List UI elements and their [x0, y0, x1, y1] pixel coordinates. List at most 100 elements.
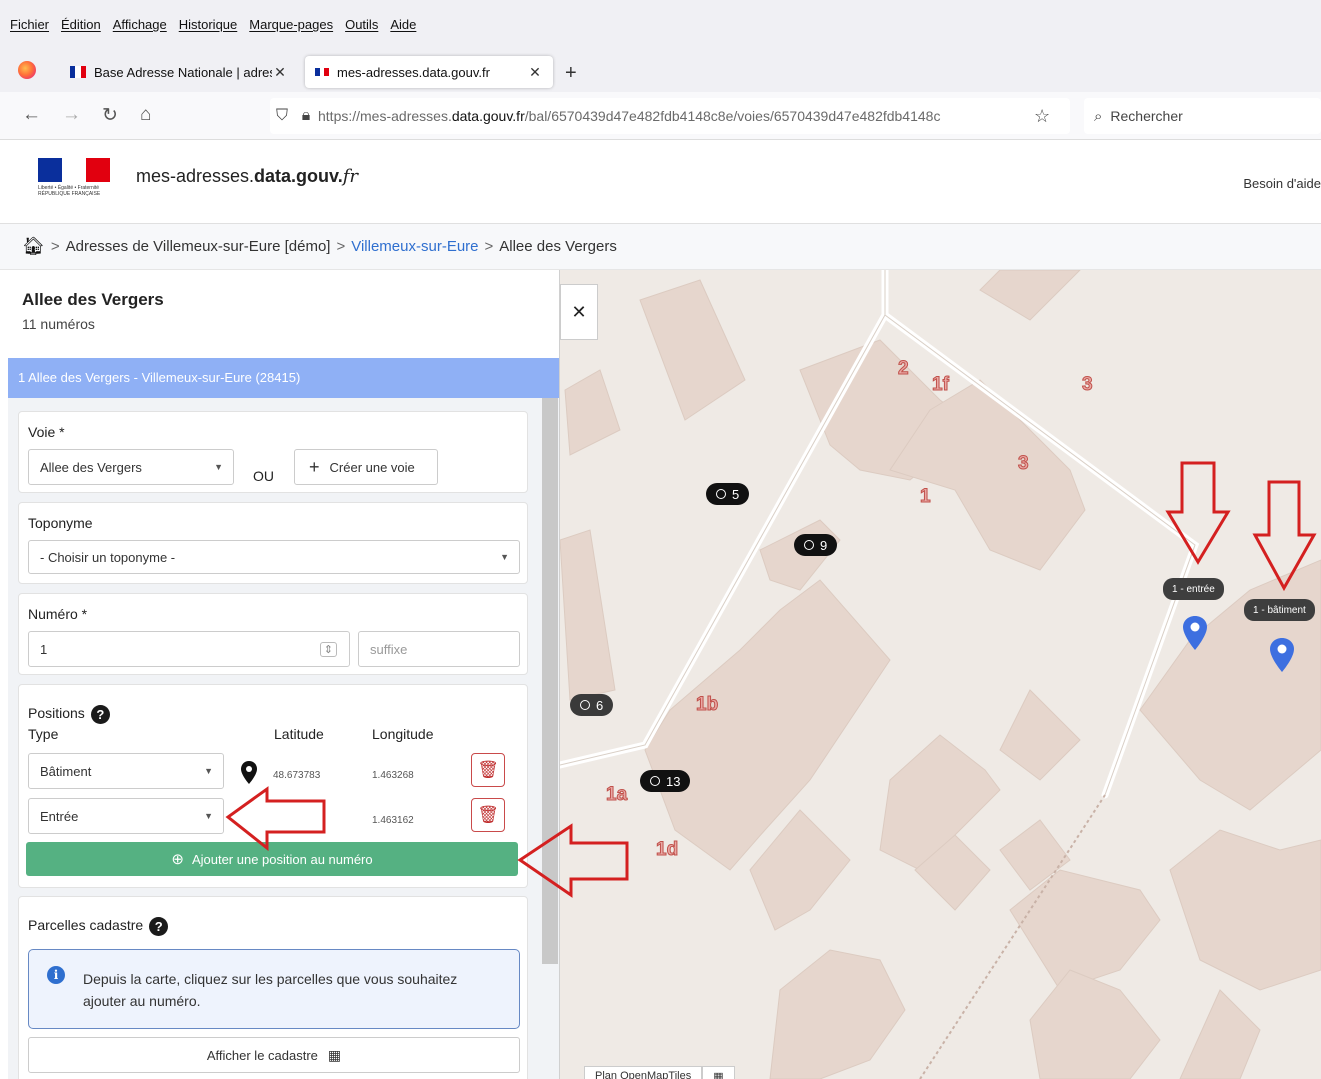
numero-count: 11 numéros	[22, 316, 95, 332]
numero-marker[interactable]: 5	[706, 483, 750, 505]
french-flag-icon	[315, 68, 330, 76]
selected-numero-bar: 1 Allee des Vergers - Villemeux-sur-Eure…	[8, 358, 559, 398]
menu-outils[interactable]: Outils	[345, 17, 378, 32]
position-tooltip-batiment: 1 - bâtiment	[1244, 599, 1315, 621]
tab-label: mes-adresses.data.gouv.fr	[337, 64, 490, 80]
layer-select-button[interactable]: Plan OpenMapTiles	[584, 1066, 703, 1079]
french-flag-icon	[70, 66, 86, 78]
map-grid-icon: ▦	[327, 1046, 342, 1063]
breadcrumb-voie: Allee des Vergers	[499, 238, 617, 255]
caret-down-icon: ▼	[204, 811, 213, 821]
search-input[interactable]: ⌕ Rechercher	[1084, 98, 1321, 134]
suffixe-input[interactable]: suffixe	[358, 631, 520, 667]
menu-aide[interactable]: Aide	[390, 17, 416, 32]
voie-title: Allee des Vergers	[22, 290, 164, 309]
position-type-select[interactable]: Entrée ▼	[28, 798, 224, 834]
breadcrumb-bal[interactable]: Adresses de Villemeux-sur-Eure [démo]	[66, 238, 331, 255]
col-latitude: Latitude	[274, 726, 324, 742]
menu-fichier[interactable]: Fichier	[10, 17, 49, 32]
panel-scrollbar[interactable]	[542, 398, 558, 964]
create-voie-button[interactable]: + Créer une voie	[294, 449, 438, 485]
voie-select[interactable]: Allee des Vergers ▼	[28, 449, 234, 485]
position-lon: 1.463162	[372, 815, 414, 826]
numero-input[interactable]: 1 ⇕	[28, 631, 350, 667]
site-header: Liberté • Égalité • Fraternité RÉPUBLIQU…	[0, 140, 1321, 224]
shield-icon: ⛉	[275, 107, 288, 124]
cadastre-info-box: i Depuis la carte, cliquez sur les parce…	[28, 949, 520, 1029]
col-longitude: Longitude	[372, 726, 434, 742]
layer-grid-icon[interactable]: ▦	[702, 1066, 735, 1079]
close-tab-icon[interactable]: ✕	[527, 64, 543, 81]
caret-down-icon: ▼	[204, 766, 213, 776]
plus-icon: +	[309, 456, 320, 477]
map-marker-icon[interactable]	[240, 761, 258, 785]
back-icon[interactable]: ←	[22, 104, 41, 126]
numero-marker[interactable]: 9	[794, 534, 838, 556]
browser-navbar: ← → ↻ ⌂ ⛉ 🔒︎ https://mes-adresses.data.g…	[0, 92, 1321, 140]
menu-historique[interactable]: Historique	[179, 17, 238, 32]
browser-tabbar: Base Adresse Nationale | adress ✕ mes-ad…	[0, 50, 1321, 92]
bookmark-star-icon[interactable]: ☆	[1034, 106, 1050, 127]
map-numero-label: 1f	[932, 374, 950, 396]
forward-icon[interactable]: →	[62, 104, 81, 126]
close-map-panel-button[interactable]: ✕	[560, 284, 598, 340]
tab-ban[interactable]: Base Adresse Nationale | adress ✕	[60, 56, 298, 88]
breadcrumb-commune[interactable]: Villemeux-sur-Eure	[351, 238, 478, 255]
home-icon[interactable]: ⌂	[140, 104, 151, 126]
map-numero-label: 1d	[655, 839, 679, 861]
help-link[interactable]: Besoin d'aide	[1243, 176, 1321, 191]
caret-down-icon: ▼	[500, 552, 509, 562]
question-icon[interactable]: ?	[90, 705, 110, 724]
position-type-select[interactable]: Bâtiment ▼	[28, 753, 224, 789]
numero-marker[interactable]: 6	[570, 694, 614, 716]
position-tooltip-entree: 1 - entrée	[1163, 578, 1224, 600]
republique-francaise-logo[interactable]: Liberté • Égalité • Fraternité RÉPUBLIQU…	[38, 158, 114, 200]
map-numero-label: 1	[920, 486, 932, 508]
menu-affichage[interactable]: Affichage	[113, 17, 167, 32]
positions-label: Positions?	[28, 705, 518, 724]
caret-down-icon: ▼	[214, 462, 223, 472]
numero-marker[interactable]: 13	[640, 770, 691, 792]
url-text: https://mes-adresses.data.gouv.fr/bal/65…	[318, 108, 941, 124]
edit-panel: Allee des Vergers 11 numéros 1 Allee des…	[8, 270, 560, 1079]
toponyme-card: Toponyme - Choisir un toponyme - ▼	[18, 502, 528, 584]
cadastre-card: Parcelles cadastre? i Depuis la carte, c…	[18, 896, 528, 1079]
show-cadastre-button[interactable]: Afficher le cadastre ▦	[28, 1037, 520, 1073]
close-tab-icon[interactable]: ✕	[272, 64, 288, 81]
col-type: Type	[28, 726, 59, 742]
toponyme-select[interactable]: - Choisir un toponyme - ▼	[28, 540, 520, 574]
tab-mes-adresses[interactable]: mes-adresses.data.gouv.fr ✕	[305, 56, 553, 88]
delete-position-button[interactable]: 🗑︎	[471, 753, 505, 787]
info-icon: i	[47, 966, 65, 984]
ou-label: OU	[253, 468, 274, 484]
position-lat: 48.673783	[273, 770, 321, 781]
site-name[interactable]: mes-adresses.data.gouv.fr	[136, 166, 358, 187]
map-pin-entree-icon[interactable]	[1182, 615, 1208, 651]
tab-label: Base Adresse Nationale | adress	[94, 64, 272, 80]
map-canvas[interactable]: ✕ 5 9 6 13 2 1f 3 3 1 1b 1a 1d 1 - entré…	[560, 270, 1321, 1079]
map-pin-batiment-icon[interactable]	[1269, 637, 1295, 673]
map-numero-label: 1a	[605, 784, 628, 806]
firefox-icon[interactable]	[18, 61, 36, 79]
search-icon: ⌕	[1094, 107, 1103, 125]
question-icon[interactable]: ?	[149, 917, 169, 936]
numero-label: Numéro *	[28, 606, 88, 622]
url-bar[interactable]: ⛉ 🔒︎ https://mes-adresses.data.gouv.fr/b…	[270, 98, 1070, 134]
home-icon[interactable]: 🏠︎	[22, 236, 45, 257]
breadcrumb: 🏠︎ > Adresses de Villemeux-sur-Eure [dém…	[0, 224, 1321, 270]
map-numero-label: 1b	[695, 694, 719, 716]
add-position-button[interactable]: ⊕ Ajouter une position au numéro	[26, 842, 518, 876]
menu-edition[interactable]: Édition	[61, 17, 101, 32]
reload-icon[interactable]: ↻	[102, 104, 118, 127]
trash-icon: 🗑︎	[477, 805, 499, 824]
menu-list: Fichier Édition Affichage Historique Mar…	[10, 17, 416, 32]
map-numero-label: 3	[1082, 374, 1094, 396]
position-lon: 1.463268	[372, 770, 414, 781]
lock-icon: 🔒︎	[301, 107, 311, 124]
new-tab-icon[interactable]: +	[565, 62, 577, 85]
stepper-icon[interactable]: ⇕	[319, 641, 337, 657]
plus-circle-icon: ⊕	[171, 851, 184, 868]
menu-marque-pages[interactable]: Marque-pages	[249, 17, 333, 32]
toponyme-label: Toponyme	[28, 515, 93, 531]
delete-position-button[interactable]: 🗑︎	[471, 798, 505, 832]
